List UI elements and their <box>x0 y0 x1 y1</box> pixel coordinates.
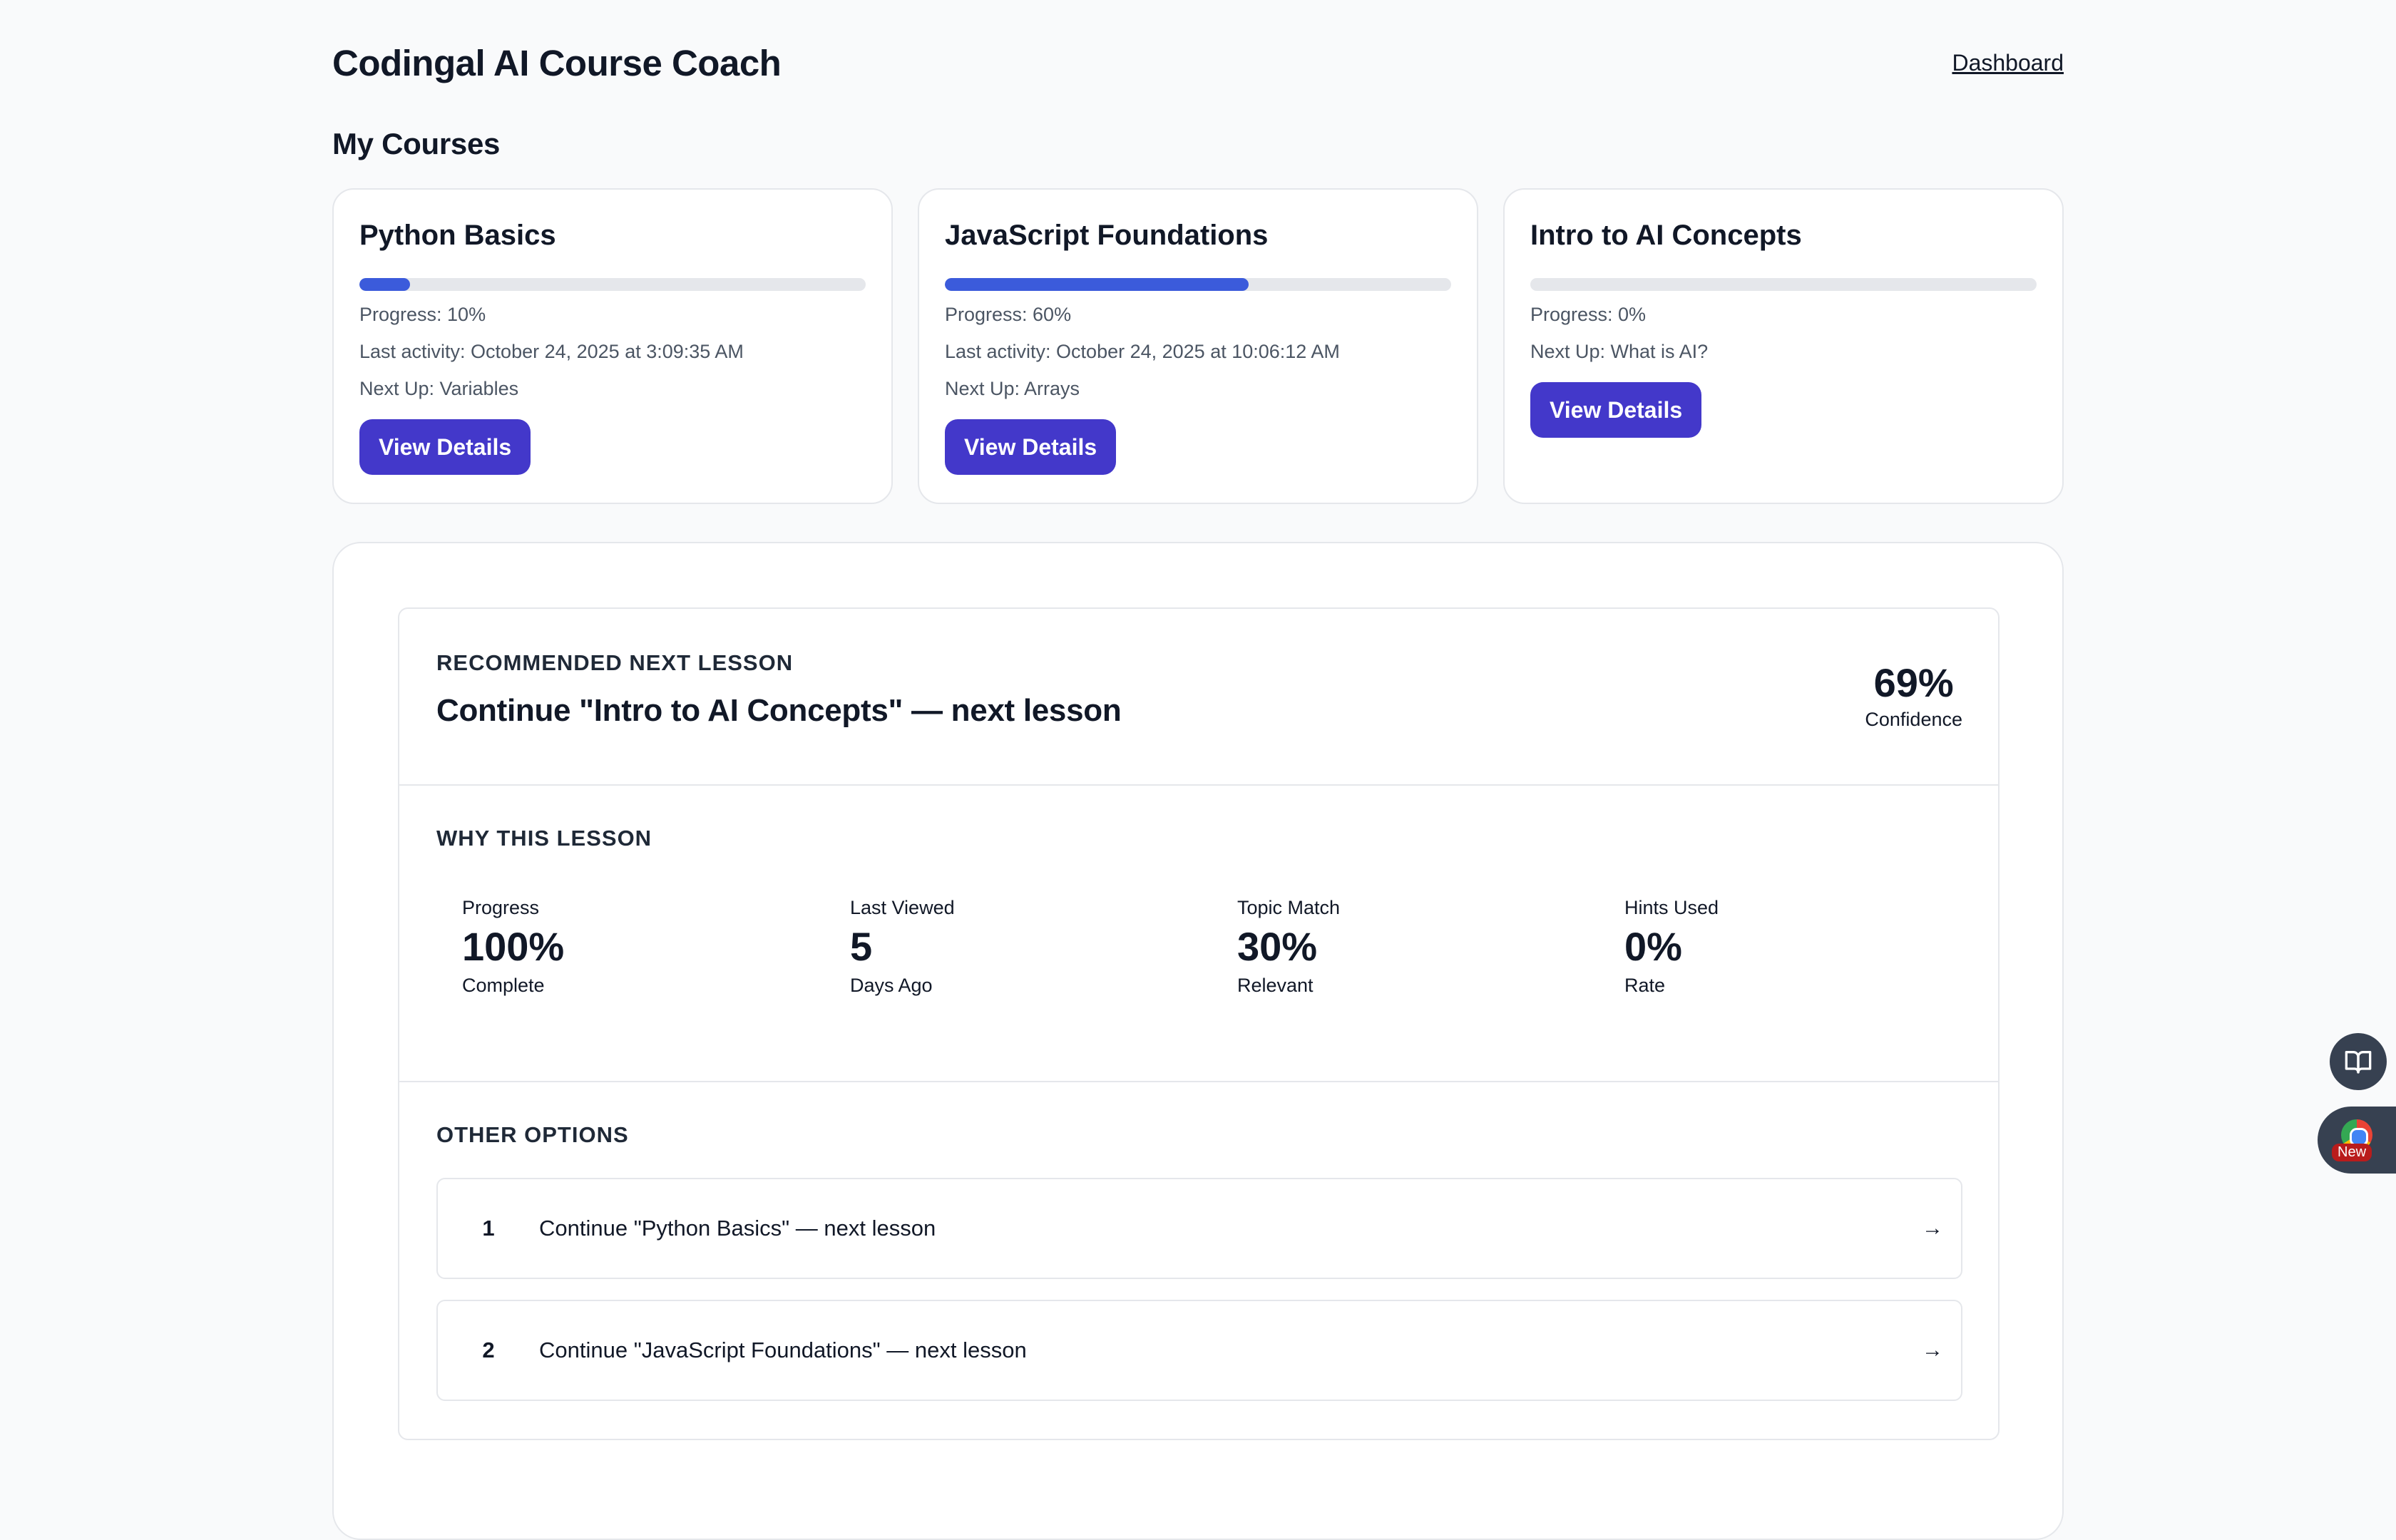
stat-subtitle: Complete <box>462 975 545 996</box>
course-progress-text: Progress: 0% <box>1530 304 1647 325</box>
recommendation-card: RECOMMENDED NEXT LESSON Continue "Intro … <box>398 607 2000 1440</box>
arrow-right-icon: → <box>1922 1338 1943 1362</box>
course-progress-text: Progress: 60% <box>945 304 1072 325</box>
stat-value: 0% <box>1624 924 1682 969</box>
confidence-label: Confidence <box>1865 709 1962 730</box>
stat-title: Topic Match <box>1237 897 1341 918</box>
course-progress-bar <box>945 278 1451 291</box>
option-text: Continue "JavaScript Foundations" — next… <box>539 1338 1027 1362</box>
course-progress-bar <box>359 278 866 291</box>
dashboard-link[interactable]: Dashboard <box>1952 50 2064 76</box>
stat-subtitle: Days Ago <box>850 975 933 996</box>
stat-subtitle: Relevant <box>1237 975 1314 996</box>
stat-title: Hints Used <box>1624 897 1719 918</box>
course-name: Intro to AI Concepts <box>1530 220 1802 251</box>
confidence-value: 69% <box>1873 660 1954 705</box>
why-this-lesson-section: WHY THIS LESSON Progress 100% Complete L… <box>399 786 1998 1082</box>
course-progress-bar <box>1530 278 2037 291</box>
recommendation-header: RECOMMENDED NEXT LESSON Continue "Intro … <box>399 609 1998 786</box>
stat-value: 5 <box>850 924 873 969</box>
view-details-button[interactable]: View Details <box>945 419 1117 475</box>
course-next-up: Next Up: Arrays <box>945 378 1080 399</box>
option-text: Continue "Python Basics" — next lesson <box>539 1216 936 1241</box>
course-name: Python Basics <box>359 220 556 251</box>
course-next-up: Next Up: Variables <box>359 378 519 399</box>
recommendation-panel: RECOMMENDED NEXT LESSON Continue "Intro … <box>332 542 2064 1540</box>
stat-title: Progress <box>462 897 540 918</box>
view-details-button[interactable]: View Details <box>1530 382 1702 438</box>
stat-topic-match: Topic Match 30% Relevant <box>1237 897 1580 997</box>
stat-last-viewed: Last Viewed 5 Days Ago <box>850 897 1192 997</box>
course-progress-fill <box>945 278 1249 291</box>
stat-subtitle: Rate <box>1624 975 1666 996</box>
book-open-button[interactable] <box>2330 1033 2387 1090</box>
recommendation-label: RECOMMENDED NEXT LESSON <box>436 650 794 675</box>
other-options-label: OTHER OPTIONS <box>436 1122 629 1147</box>
stat-hints-used: Hints Used 0% Rate <box>1624 897 1967 997</box>
app-header: Codingal AI Course Coach Dashboard <box>332 40 2064 86</box>
option-number: 1 <box>482 1216 495 1241</box>
other-option-item[interactable]: 1 Continue "Python Basics" — next lesson… <box>436 1178 1962 1279</box>
option-number: 2 <box>482 1338 495 1362</box>
other-option-item[interactable]: 2 Continue "JavaScript Foundations" — ne… <box>436 1300 1962 1401</box>
course-progress-fill <box>359 278 410 291</box>
extension-launcher-button[interactable]: New <box>2318 1107 2396 1174</box>
stat-value: 30% <box>1237 924 1318 969</box>
view-details-button[interactable]: View Details <box>359 419 531 475</box>
stat-title: Last Viewed <box>850 897 955 918</box>
why-this-lesson-label: WHY THIS LESSON <box>436 826 652 851</box>
book-open-icon <box>2345 1051 2372 1074</box>
stat-value: 100% <box>462 924 565 969</box>
course-progress-text: Progress: 10% <box>359 304 486 325</box>
my-courses-heading: My Courses <box>332 127 501 160</box>
course-last-activity: Last activity: October 24, 2025 at 3:09:… <box>359 341 744 362</box>
confidence-block: 69% Confidence <box>1865 660 1962 731</box>
recommendation-title: Continue "Intro to AI Concepts" — next l… <box>436 693 1122 728</box>
course-card-intro-to-ai: Intro to AI Concepts Progress: 0% Next U… <box>1503 188 2064 504</box>
course-card-python-basics: Python Basics Progress: 10% Last activit… <box>332 188 893 504</box>
app-title: Codingal AI Course Coach <box>332 42 782 83</box>
stat-progress: Progress 100% Complete <box>462 897 804 997</box>
course-name: JavaScript Foundations <box>945 220 1269 251</box>
new-badge: New <box>2332 1144 2372 1161</box>
course-next-up: Next Up: What is AI? <box>1530 341 1709 362</box>
arrow-right-icon: → <box>1922 1216 1943 1240</box>
course-card-javascript-foundations: JavaScript Foundations Progress: 60% Las… <box>918 188 1478 504</box>
course-last-activity: Last activity: October 24, 2025 at 10:06… <box>945 341 1340 362</box>
